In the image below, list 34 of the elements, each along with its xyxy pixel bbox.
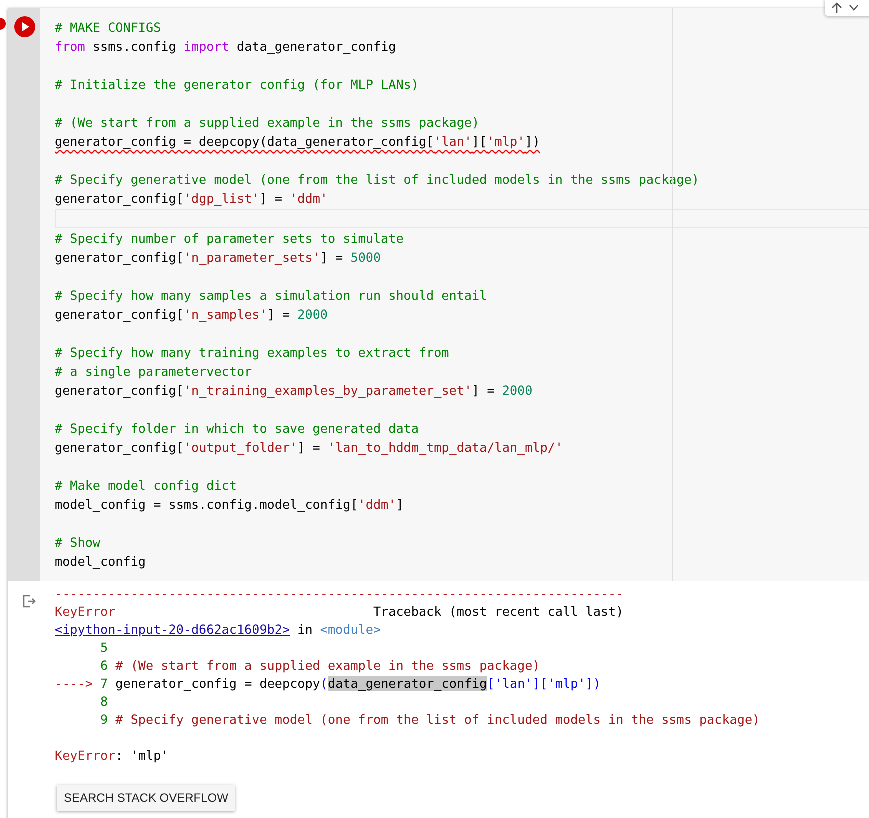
down-chevron-icon[interactable] xyxy=(849,4,859,12)
output-line: ----> 7 generator_config = deepcopy(data_generator_config['lan']['mlp']) xyxy=(55,675,601,693)
output-line: <ipython-input-20-d662ac1609b2> in <module> xyxy=(55,621,382,639)
code-line: generator_config['n_samples'] = 2000 xyxy=(55,306,328,324)
code-line: # (We start from a supplied example in the ssms package) xyxy=(55,114,480,132)
output-line: --------------------------------------------------------------------------- xyxy=(55,585,624,603)
output-line: 9 # Specify generative model (one from the list of included models in the ssms package) xyxy=(99,711,760,729)
output-icon[interactable] xyxy=(23,595,37,608)
search-stack-overflow-button[interactable]: SEARCH STACK OVERFLOW xyxy=(57,785,236,811)
code-line: # MAKE CONFIGS xyxy=(55,19,162,37)
code-line: generator_config = deepcopy(data_generator_config['lan']['mlp']) xyxy=(55,133,540,151)
code-line: # Specify generative model (one from the list of included models in the ssms package) xyxy=(55,171,700,189)
code-line: generator_config['n_training_examples_by_parameter_set'] = 2000 xyxy=(55,382,533,400)
code-line: model_config = ssms.config.model_config['ddm'] xyxy=(55,496,404,514)
output-line: 6 # (We start from a supplied example in the ssms package) xyxy=(99,657,540,675)
code-line: # Make model config dict xyxy=(55,477,237,495)
code-line: generator_config['output_folder'] = 'lan_to_hddm_tmp_data/lan_mlp/' xyxy=(55,439,564,457)
code-line: # a single parametervector xyxy=(55,363,252,381)
code-line: # Specify number of parameter sets to simulate xyxy=(55,230,404,248)
output-line: 8 xyxy=(99,693,108,711)
code-line: from ssms.config import data_generator_config xyxy=(55,38,396,56)
output-line: KeyError Traceback (most recent call last) xyxy=(55,603,624,621)
code-line: generator_config['dgp_list'] = 'ddm' xyxy=(55,190,328,208)
output-line: KeyError: 'mlp' xyxy=(55,747,169,765)
output-line: 5 xyxy=(99,639,108,657)
code-line: generator_config['n_parameter_sets'] = 5000 xyxy=(55,249,382,267)
code-line: # Specify how many samples a simulation run should entail xyxy=(55,287,488,305)
code-line: # Specify how many training examples to extract from xyxy=(55,344,450,362)
code-line: # Show xyxy=(55,534,100,552)
run-button[interactable] xyxy=(14,16,36,38)
code-line: model_config xyxy=(55,553,146,571)
code-line: # Specify folder in which to save generated data xyxy=(55,420,419,438)
up-arrow-icon[interactable] xyxy=(831,2,843,14)
code-line: # Initialize the generator config (for MLP LANs) xyxy=(55,76,419,94)
